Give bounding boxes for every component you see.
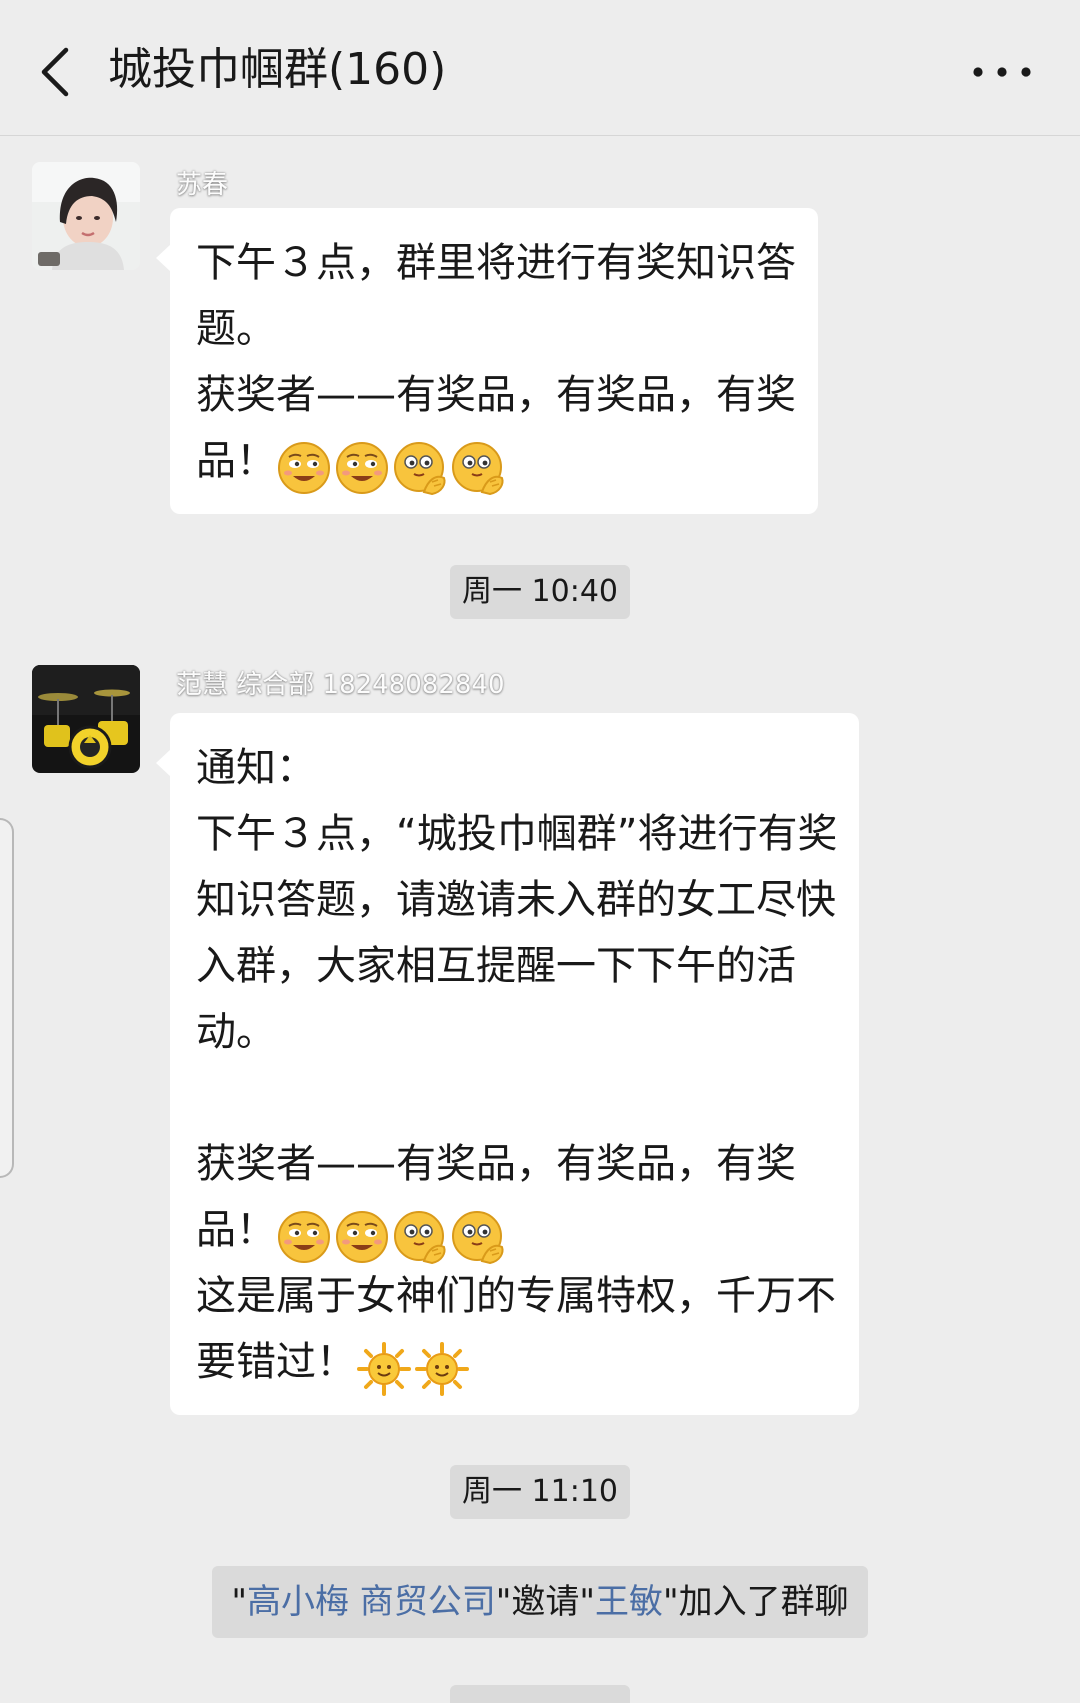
message-emoji-line: 品！ xyxy=(196,428,796,496)
message-text-line: 获奖者——有奖品，有奖品，有奖 xyxy=(196,372,796,418)
person-avatar-icon xyxy=(32,162,140,270)
inviter-link[interactable]: 高小梅 商贸公司 xyxy=(247,1582,496,1622)
grin-face-icon xyxy=(336,1211,388,1263)
peek-face-icon xyxy=(394,1211,446,1265)
top-bar: 城投巾帼群(160) xyxy=(0,0,1080,136)
message-text-line: 入群，大家相互提醒一下下午的活 xyxy=(196,943,796,989)
avatar[interactable] xyxy=(32,665,140,773)
chat-title: 城投巾帼群(160) xyxy=(108,44,447,95)
system-quote: " xyxy=(231,1582,247,1622)
sender-name: 苏春 xyxy=(176,170,229,200)
chevron-left-icon xyxy=(41,47,69,97)
message-emoji-line: 要错过！ xyxy=(196,1329,837,1396)
avatar[interactable] xyxy=(32,162,140,270)
message-text: 品！ xyxy=(196,1207,276,1253)
sender-name: 范慧 综合部 18248082840 xyxy=(176,670,505,700)
invitee-link[interactable]: 王敏 xyxy=(595,1582,663,1622)
message-text-line: 动。 xyxy=(196,1009,276,1055)
message-text-line: 这是属于女神们的专属特权，千万不 xyxy=(196,1273,836,1319)
timestamp: 周一 11:10 xyxy=(450,1465,630,1519)
peek-face-icon xyxy=(452,442,504,496)
emoji-group xyxy=(276,1202,508,1265)
message-text-line: 知识答题，请邀请未入群的女工尽快 xyxy=(196,877,836,923)
chat-screen: 城投巾帼群(160) 苏春 下午３点，群里将进行有奖知识答 题。 获奖者——有奖… xyxy=(0,0,1080,1703)
grin-face-icon xyxy=(278,1211,330,1263)
peek-face-icon xyxy=(394,442,446,496)
timestamp-partial xyxy=(450,1685,630,1703)
message-bubble[interactable]: 通知： 下午３点，“城投巾帼群”将进行有奖 知识答题，请邀请未入群的女工尽快 入… xyxy=(155,713,860,1415)
system-text: "邀请" xyxy=(495,1582,596,1622)
edge-panel-handle[interactable] xyxy=(0,818,14,1178)
peek-face-icon xyxy=(452,1211,504,1265)
message-text-line: 题。 xyxy=(196,306,276,352)
message-text: 要错过！ xyxy=(196,1339,356,1385)
message-bubble[interactable]: 下午３点，群里将进行有奖知识答 题。 获奖者——有奖品，有奖品，有奖 品！ xyxy=(156,208,818,514)
message-text-line: 通知： xyxy=(196,745,316,791)
message-emoji-line: 品！ xyxy=(196,1197,837,1265)
message-text-line: 下午３点，群里将进行有奖知识答 xyxy=(196,240,796,286)
back-button[interactable] xyxy=(30,36,94,108)
system-text: "加入了群聊 xyxy=(663,1582,849,1622)
emoji-group xyxy=(356,1334,472,1396)
timestamp: 周一 10:40 xyxy=(450,565,630,619)
sun-icon xyxy=(415,1342,469,1396)
grin-face-icon xyxy=(278,442,330,494)
more-options-button[interactable] xyxy=(962,50,1042,94)
message-text: 品！ xyxy=(196,438,276,484)
emoji-group xyxy=(276,433,508,496)
more-dots-icon xyxy=(973,67,1031,77)
message-text-line: 下午３点，“城投巾帼群”将进行有奖 xyxy=(196,811,838,857)
grin-face-icon xyxy=(336,442,388,494)
drum-kit-avatar-icon xyxy=(32,665,140,773)
message-text-line: 获奖者——有奖品，有奖品，有奖 xyxy=(196,1141,796,1187)
sun-icon xyxy=(357,1342,411,1396)
system-notice: "高小梅 商贸公司"邀请"王敏"加入了群聊 xyxy=(212,1566,868,1638)
